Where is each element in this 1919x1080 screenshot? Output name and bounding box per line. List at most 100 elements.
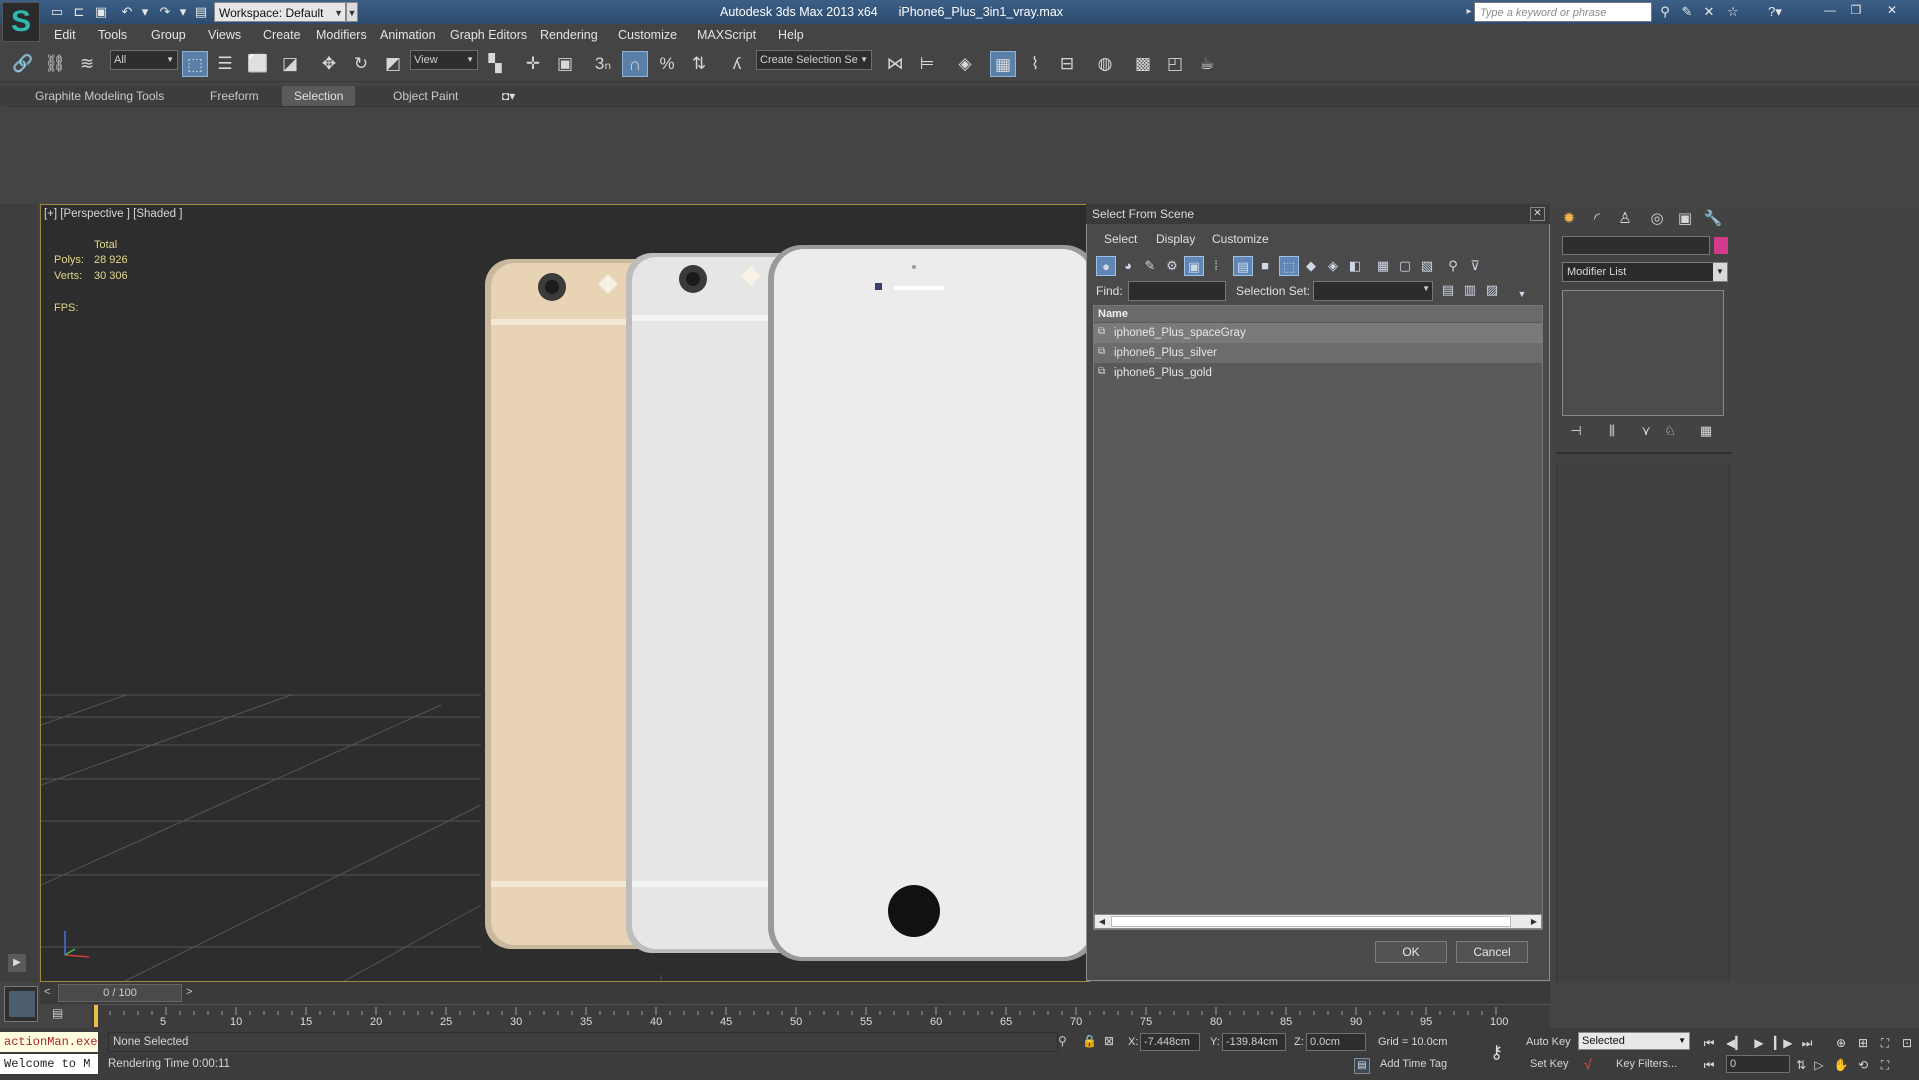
schematic-view-icon[interactable]: ⊟ bbox=[1054, 51, 1080, 77]
key-filters-button[interactable]: Key Filters... bbox=[1616, 1058, 1677, 1070]
selection-lock-icon[interactable]: 🔒 bbox=[1082, 1034, 1097, 1048]
go-to-start-icon[interactable]: ⏮ bbox=[1700, 1035, 1718, 1051]
scroll-right-icon[interactable]: ▶ bbox=[1527, 915, 1541, 928]
restore-button[interactable]: ❐ bbox=[1844, 2, 1868, 18]
display-invert-icon[interactable]: ▧ bbox=[1417, 256, 1437, 276]
filter-icon[interactable]: ⚲ bbox=[1443, 256, 1463, 276]
absolute-mode-icon[interactable]: ⊠ bbox=[1104, 1034, 1114, 1048]
zoom-all-icon[interactable]: ⊞ bbox=[1854, 1035, 1872, 1051]
maximize-viewport-icon[interactable]: ⛶ bbox=[1876, 1057, 1894, 1073]
menu-tools[interactable]: Tools bbox=[98, 24, 127, 46]
previous-frame-icon[interactable]: ◀▎ bbox=[1726, 1035, 1744, 1051]
filter-options-icon[interactable]: ⊽ bbox=[1465, 256, 1485, 276]
set-key-button[interactable]: Set Key bbox=[1530, 1058, 1569, 1070]
search-input[interactable]: Type a keyword or phrase bbox=[1474, 2, 1652, 22]
render-production-icon[interactable]: ☕ bbox=[1194, 51, 1220, 77]
list-item[interactable]: ⧉ iphone6_Plus_silver bbox=[1094, 343, 1542, 363]
subscription-icon[interactable]: ✎ bbox=[1678, 3, 1696, 20]
create-tab-icon[interactable]: ✹ bbox=[1558, 208, 1580, 230]
menu-edit[interactable]: Edit bbox=[54, 24, 76, 46]
list-item[interactable]: ⧉ iphone6_Plus_spaceGray bbox=[1094, 323, 1542, 343]
keyboard-shortcut-override-icon[interactable]: ▣ bbox=[552, 51, 578, 77]
display-cameras-icon[interactable]: ⚙ bbox=[1162, 256, 1182, 276]
display-spacewarps-icon[interactable]: ⁞ bbox=[1206, 256, 1226, 276]
list-item[interactable]: ⧉ iphone6_Plus_gold bbox=[1094, 363, 1542, 383]
iphone-front-model[interactable] bbox=[768, 245, 1090, 961]
display-tab-icon[interactable]: ▣ bbox=[1674, 208, 1696, 230]
dialog-menu-select[interactable]: Select bbox=[1104, 232, 1137, 246]
render-setup-icon[interactable]: ▩ bbox=[1130, 51, 1156, 77]
select-by-name-icon[interactable]: ☰ bbox=[212, 51, 238, 77]
select-object-icon[interactable]: ⬚ bbox=[182, 51, 208, 77]
make-unique-icon[interactable]: ⋎ bbox=[1636, 422, 1656, 440]
pan-view-icon[interactable]: ✋ bbox=[1832, 1057, 1850, 1073]
layer-manager-icon[interactable]: ◈ bbox=[952, 51, 978, 77]
hierarchy-tab-icon[interactable]: ♙ bbox=[1614, 208, 1636, 230]
display-all-icon[interactable]: ▦ bbox=[1373, 256, 1393, 276]
redo-dropdown-icon[interactable]: ▾ bbox=[174, 3, 192, 20]
scrollbar-thumb[interactable] bbox=[1111, 916, 1511, 927]
percent-snap-icon[interactable]: % bbox=[654, 51, 680, 77]
scene-explorer-icon[interactable]: ▦ bbox=[990, 51, 1016, 77]
display-bones-icon[interactable]: ⬚ bbox=[1279, 256, 1299, 276]
motion-tab-icon[interactable]: ◎ bbox=[1646, 208, 1668, 230]
menu-graph-editors[interactable]: Graph Editors bbox=[450, 24, 527, 46]
configure-modifier-sets-icon[interactable]: ▦ bbox=[1696, 422, 1716, 440]
open-mini-curve-icon[interactable]: ▤ bbox=[52, 1006, 70, 1022]
current-frame-marker[interactable] bbox=[94, 1005, 98, 1027]
menu-group[interactable]: Group bbox=[151, 24, 186, 46]
rectangular-selection-icon[interactable]: ⬜ bbox=[245, 51, 271, 77]
ok-button[interactable]: OK bbox=[1375, 941, 1447, 963]
auto-key-button[interactable]: Auto Key bbox=[1526, 1036, 1571, 1048]
modifier-list-dropdown[interactable]: Modifier List ▼ bbox=[1562, 262, 1728, 282]
new-file-icon[interactable]: ▭ bbox=[48, 3, 66, 20]
align-icon[interactable]: ⊨ bbox=[914, 51, 940, 77]
object-name-field[interactable] bbox=[1562, 236, 1710, 255]
rendered-frame-window-icon[interactable]: ◰ bbox=[1162, 51, 1188, 77]
quick-access-dropdown[interactable]: ▼ bbox=[346, 2, 358, 22]
undo-dropdown-icon[interactable]: ▾ bbox=[136, 3, 154, 20]
select-manipulate-icon[interactable]: ✛ bbox=[520, 51, 546, 77]
show-end-result-icon[interactable]: ⫼ bbox=[1602, 422, 1622, 440]
selection-filter-dropdown[interactable]: All ▼ bbox=[110, 50, 178, 70]
prev-frame-icon[interactable]: < bbox=[44, 986, 50, 998]
remove-modifier-icon[interactable]: ♘ bbox=[1660, 422, 1680, 440]
orbit-icon[interactable]: ⟲ bbox=[1854, 1057, 1872, 1073]
next-frame-icon[interactable]: ▎▶ bbox=[1774, 1035, 1792, 1051]
app-logo-icon[interactable]: S bbox=[2, 2, 40, 42]
key-icon[interactable]: ⚷ bbox=[1490, 1042, 1503, 1063]
select-and-move-icon[interactable]: ✥ bbox=[316, 51, 342, 77]
add-time-tag-button[interactable]: Add Time Tag bbox=[1380, 1058, 1447, 1070]
remove-from-set-icon[interactable]: ▨ bbox=[1482, 280, 1502, 300]
redo-icon[interactable]: ↷ bbox=[156, 3, 174, 20]
select-set-icon[interactable]: ▤ bbox=[1438, 280, 1458, 300]
menu-maxscript[interactable]: MAXScript bbox=[697, 24, 756, 46]
pivot-center-icon[interactable]: ▚ bbox=[482, 51, 508, 77]
isolate-selection-icon[interactable]: ⚲ bbox=[1058, 1034, 1067, 1048]
display-containers-icon[interactable]: ◆ bbox=[1301, 256, 1321, 276]
cancel-button[interactable]: Cancel bbox=[1456, 941, 1528, 963]
curve-editor-icon[interactable]: ⌇ bbox=[1022, 51, 1048, 77]
close-window-button[interactable]: ✕ bbox=[1880, 2, 1904, 18]
favorites-star-icon[interactable]: ☆ bbox=[1724, 3, 1742, 20]
binoculars-icon[interactable]: ⚲ bbox=[1656, 3, 1674, 20]
ribbon-options-icon[interactable]: ◘▾ bbox=[502, 86, 515, 106]
tab-selection[interactable]: Selection bbox=[282, 86, 356, 106]
key-mode-toggle-icon[interactable]: ⏮ bbox=[1700, 1057, 1718, 1073]
workspace-dropdown[interactable]: Workspace: Default ▼ bbox=[214, 2, 346, 22]
reference-coordinate-dropdown[interactable]: View ▼ bbox=[410, 50, 478, 70]
zoom-extents-icon[interactable]: ⛶ bbox=[1876, 1035, 1894, 1051]
tab-object-paint[interactable]: Object Paint bbox=[393, 86, 458, 106]
object-color-swatch[interactable] bbox=[1714, 237, 1728, 254]
display-groups-icon[interactable]: ▤ bbox=[1233, 256, 1253, 276]
tab-graphite-modeling-tools[interactable]: Graphite Modeling Tools bbox=[35, 86, 164, 106]
bind-space-warp-icon[interactable]: ≋ bbox=[74, 51, 100, 77]
display-lights-icon[interactable]: ✎ bbox=[1140, 256, 1160, 276]
save-file-icon[interactable]: ▣ bbox=[92, 3, 110, 20]
minimize-button[interactable]: — bbox=[1818, 2, 1842, 18]
key-selection-dropdown[interactable]: Selected ▼ bbox=[1578, 1032, 1690, 1050]
communication-center-icon[interactable]: ✕ bbox=[1700, 3, 1718, 20]
utilities-tab-icon[interactable]: 🔧 bbox=[1702, 208, 1724, 230]
display-helpers-icon[interactable]: ▣ bbox=[1184, 256, 1204, 276]
close-icon[interactable]: ✕ bbox=[1530, 207, 1545, 221]
